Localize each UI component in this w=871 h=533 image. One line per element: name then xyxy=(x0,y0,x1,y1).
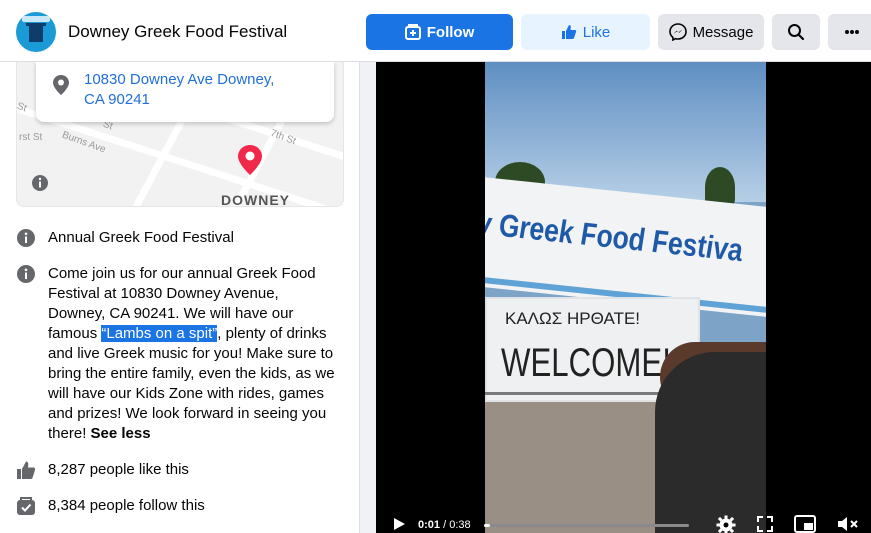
page-description: Come join us for our annual Greek Food F… xyxy=(48,264,338,444)
video-progress-bar[interactable] xyxy=(484,524,689,527)
map-street-label: rst St xyxy=(19,132,43,143)
fullscreen-icon[interactable] xyxy=(756,515,774,533)
welcome-sign-main: WELCOME! xyxy=(501,341,671,385)
play-icon[interactable] xyxy=(392,517,406,533)
address-line-1: 10830 Downey Ave Downey, xyxy=(84,71,275,88)
video-controls: 0:01 / 0:38 xyxy=(376,507,871,533)
description-highlight: “Lambs on a spit” xyxy=(101,325,218,342)
address-card[interactable]: 10830 Downey Ave Downey, CA 90241 xyxy=(36,62,334,122)
like-label: Like xyxy=(582,23,611,41)
message-label: Message xyxy=(692,23,754,41)
mute-icon[interactable] xyxy=(836,515,860,533)
video-frame: y Greek Food Festiva ΚΑΛΩΣ ΗΡΘΑΤΕ! WELCO… xyxy=(485,62,766,533)
map-city-label: DOWNEY xyxy=(221,192,290,207)
map-info-icon[interactable] xyxy=(31,174,49,197)
video-progress-fill xyxy=(484,524,491,527)
search-button[interactable] xyxy=(772,14,820,50)
message-button[interactable]: Message xyxy=(658,14,764,50)
current-time: 0:01 xyxy=(418,519,441,531)
settings-gear-icon[interactable] xyxy=(716,515,736,533)
description-row: Come join us for our annual Greek Food F… xyxy=(16,264,338,444)
thumbs-up-icon xyxy=(16,460,36,480)
logo-building-mark xyxy=(26,23,46,42)
follows-count: 8,384 people follow this xyxy=(48,497,205,514)
search-icon xyxy=(787,23,805,41)
follow-button[interactable]: Follow xyxy=(366,14,513,50)
more-options-button[interactable] xyxy=(828,14,871,50)
page-header: Downey Greek Food Festival Follow Like M… xyxy=(0,0,871,62)
messenger-icon xyxy=(668,23,687,41)
address-link[interactable]: 10830 Downey Ave Downey, CA 90241 xyxy=(84,70,324,110)
thumbs-up-icon xyxy=(561,24,577,40)
likes-count: 8,287 people like this xyxy=(48,461,189,478)
more-dots-icon xyxy=(844,29,860,35)
festival-banner-text: y Greek Food Festiva xyxy=(485,204,743,269)
likes-row: 8,287 people like this xyxy=(16,460,189,480)
follow-check-icon xyxy=(16,496,36,516)
about-panel: rst St Burns Ave 7th St St St DOWNEY 108… xyxy=(0,62,360,533)
category-row: Annual Greek Food Festival xyxy=(16,228,234,248)
follows-row: 8,384 people follow this xyxy=(16,496,205,516)
address-line-2: CA 90241 xyxy=(84,91,150,108)
info-icon xyxy=(16,264,36,284)
picture-in-picture-icon[interactable] xyxy=(794,515,816,533)
follow-label: Follow xyxy=(426,23,475,41)
page-title[interactable]: Downey Greek Food Festival xyxy=(68,22,287,42)
page-category: Annual Greek Food Festival xyxy=(48,229,234,246)
like-button[interactable]: Like xyxy=(521,14,650,50)
video-player[interactable]: y Greek Food Festiva ΚΑΛΩΣ ΗΡΘΑΤΕ! WELCO… xyxy=(376,62,871,533)
info-icon xyxy=(16,228,36,248)
welcome-sign-greek: ΚΑΛΩΣ ΗΡΘΑΤΕ! xyxy=(505,309,641,328)
follow-icon xyxy=(404,24,421,40)
location-pin-icon xyxy=(52,74,70,101)
video-duration: / 0:38 xyxy=(443,519,471,531)
video-time: 0:01 / 0:38 xyxy=(418,519,471,531)
page-avatar[interactable] xyxy=(16,12,56,52)
map-pin-icon[interactable] xyxy=(237,144,263,181)
video-person xyxy=(655,352,766,533)
logo-text-mark xyxy=(22,16,50,22)
see-less-link[interactable]: See less xyxy=(91,425,151,442)
